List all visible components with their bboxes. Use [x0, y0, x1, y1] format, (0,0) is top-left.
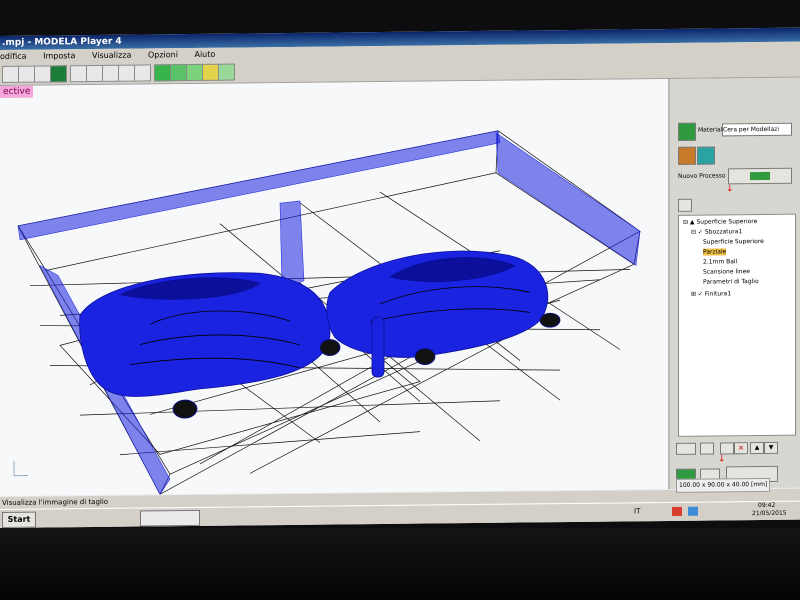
tree-node-root[interactable]: ⊟ ▲ Superficie Superiore [683, 218, 757, 226]
status-text: Visualizza l'immagine di taglio [2, 497, 109, 507]
tool-icon[interactable] [697, 146, 715, 165]
globe-icon[interactable] [34, 65, 51, 83]
clock-time: 09:42 [758, 501, 776, 510]
menu-aiuto[interactable]: Aiuto [194, 50, 215, 59]
path-icon[interactable] [678, 146, 696, 165]
move-up-button[interactable]: ▲ [750, 441, 764, 455]
menu-opzioni[interactable]: Opzioni [148, 50, 178, 59]
preview-button[interactable] [676, 442, 696, 455]
menu-modifica[interactable]: odifica [0, 52, 27, 61]
cube-top-icon[interactable] [170, 64, 187, 82]
tree-node-tool[interactable]: 2.1mm Ball [703, 258, 737, 265]
process-add-icon [750, 171, 770, 181]
edit-button[interactable] [700, 442, 714, 455]
cube-front-icon[interactable] [154, 64, 171, 82]
menu-visualizza[interactable]: Visualizza [92, 51, 131, 60]
process-panel: Materiale Cera per Modellazi Nuovo Proce… [670, 77, 800, 489]
tree-node-parziale[interactable]: Parziale [703, 248, 727, 256]
copy-button[interactable] [720, 442, 734, 455]
nuovo-processo-label: Nuovo Processo [678, 172, 726, 180]
delete-button[interactable]: ✕ [734, 442, 748, 455]
move-down-button[interactable]: ▼ [764, 441, 778, 454]
language-indicator[interactable]: IT [634, 507, 640, 515]
fit-icon[interactable] [118, 64, 135, 82]
nuovo-processo-button[interactable] [728, 167, 792, 185]
tree-node-scan[interactable]: Scansione linee [703, 268, 750, 275]
taskbar-app-button[interactable] [140, 509, 200, 527]
material-select[interactable]: Cera per Modellazi [722, 122, 792, 137]
zoom-window-icon[interactable] [134, 64, 151, 82]
tree-node-surface[interactable]: Superficie Superiore [703, 238, 764, 246]
tree-node-params[interactable]: Parametri di Taglio [703, 278, 759, 286]
3d-viewport[interactable]: ective [0, 78, 670, 496]
tree-toggle-icon[interactable] [678, 198, 692, 212]
cube-side-icon[interactable] [186, 63, 203, 82]
zoom-icon[interactable] [102, 64, 119, 82]
target-icon[interactable] [18, 65, 35, 83]
clock-date: 21/05/2015 [752, 509, 787, 518]
material-icon[interactable] [678, 122, 696, 141]
stock-dimensions: 100.00 x 90.00 x 40.00 [mm] [676, 477, 771, 493]
tree-node-sbozzatura[interactable]: ⊟ ✓ Sbozzatura1 [691, 228, 742, 236]
cube-bottom-icon[interactable] [218, 63, 235, 81]
pan-icon[interactable] [86, 64, 103, 83]
monitor-screen: .mpj - MODELA Player 4 odifica Imposta V… [0, 27, 800, 529]
tree-node-finitura[interactable]: ⊞ ✓ Finitura1 [691, 290, 731, 297]
cube-iso-icon[interactable] [202, 63, 219, 81]
right-car-mesh [326, 250, 561, 378]
move-icon[interactable] [70, 65, 87, 83]
process-tree: ⊟ ▲ Superficie Superiore ⊟ ✓ Sbozzatura1… [678, 213, 796, 437]
menu-imposta[interactable]: Imposta [43, 51, 75, 60]
tray-icon[interactable] [672, 506, 682, 516]
start-button[interactable]: Start [2, 511, 36, 528]
mesh-canvas [13, 130, 641, 495]
arrow-down-icon-2: ↓ [718, 454, 726, 465]
monitor-bezel [0, 528, 800, 600]
network-icon[interactable] [688, 506, 698, 516]
save-icon[interactable] [2, 65, 19, 83]
arrow-down-icon: ↓ [726, 184, 734, 195]
sphere-icon[interactable] [50, 65, 67, 83]
axis-indicator [13, 460, 28, 477]
